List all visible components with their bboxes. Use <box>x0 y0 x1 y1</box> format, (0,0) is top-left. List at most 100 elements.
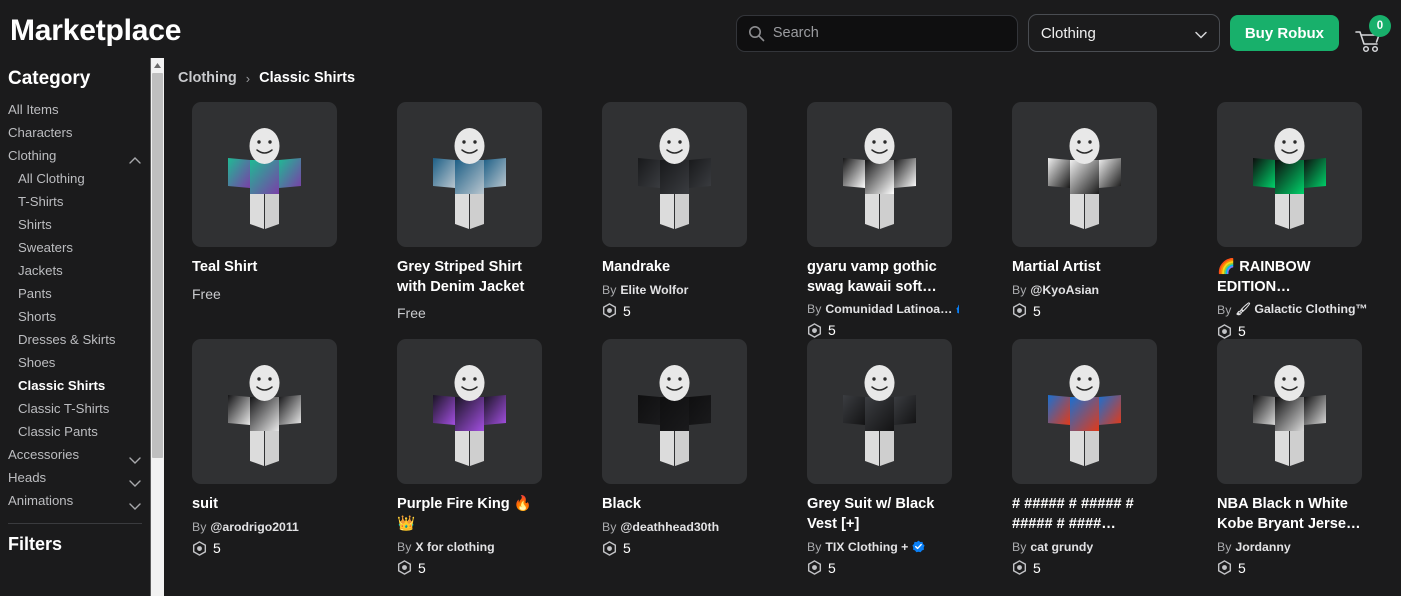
sidebar-item-shorts[interactable]: Shorts <box>0 305 150 328</box>
sidebar-item-animations[interactable]: Animations <box>0 489 150 512</box>
scroll-up-arrow-icon[interactable] <box>151 58 164 72</box>
sidebar-item-heads[interactable]: Heads <box>0 466 150 489</box>
sidebar-item-classic-pants[interactable]: Classic Pants <box>0 420 150 443</box>
sidebar-item-label: Classic Shirts <box>18 378 106 393</box>
avatar-render <box>843 128 916 229</box>
item-thumbnail[interactable] <box>807 102 952 247</box>
sidebar-item-label: All Clothing <box>18 171 85 186</box>
item-thumbnail[interactable] <box>1012 102 1157 247</box>
sidebar-item-shoes[interactable]: Shoes <box>0 351 150 374</box>
category-dropdown[interactable]: Clothing <box>1027 14 1220 52</box>
item-title: NBA Black n White Kobe Bryant Jerse… <box>1217 496 1361 533</box>
item-thumbnail[interactable] <box>1012 339 1157 485</box>
sidebar-item-clothing[interactable]: Clothing <box>0 144 150 167</box>
breadcrumb-parent[interactable]: Clothing <box>178 70 237 86</box>
item-card[interactable]: suit By @arodrigo2011 5 <box>192 339 397 575</box>
main-content: Clothing › Classic Shirts Teal Shirt Free <box>164 58 1401 596</box>
sidebar-item-all-clothing[interactable]: All Clothing <box>0 167 150 190</box>
item-title: gyaru vamp gothic swag kawaii soft… <box>807 259 937 295</box>
item-price: 5 <box>602 303 807 319</box>
sidebar-item-classic-t-shirts[interactable]: Classic T-Shirts <box>0 397 150 420</box>
item-card[interactable]: Teal Shirt Free <box>192 102 397 339</box>
item-card[interactable]: 🌈 RAINBOW EDITION… By 🖌 Galactic Clothing™… <box>1217 102 1401 339</box>
breadcrumb: Clothing › Classic Shirts <box>164 58 1401 86</box>
item-creator-prefix: By <box>1217 539 1232 554</box>
item-card[interactable]: Black By @deathhead30th 5 <box>602 339 807 575</box>
item-price-value: 5 <box>623 540 631 557</box>
item-thumbnail[interactable] <box>807 339 952 485</box>
item-price-value: 5 <box>1033 302 1041 319</box>
item-thumbnail[interactable] <box>397 339 542 485</box>
sidebar-scrollbar[interactable] <box>150 58 164 596</box>
item-card[interactable]: Purple Fire King 🔥👑 By X for clothing 5 <box>397 339 602 576</box>
item-creator: By TIX Clothing + <box>807 540 959 554</box>
item-price: 5 <box>1217 323 1401 339</box>
item-creator: By @arodrigo2011 <box>192 520 344 534</box>
breadcrumb-separator: › <box>245 70 251 86</box>
sidebar-item-label: Sweaters <box>18 240 73 255</box>
sidebar-item-all-items[interactable]: All Items <box>0 98 150 121</box>
item-price-value: 5 <box>1033 559 1041 576</box>
sidebar-item-label: Pants <box>18 286 52 301</box>
item-thumbnail[interactable] <box>397 102 542 247</box>
item-creator-prefix: By <box>807 539 822 554</box>
robux-icon <box>807 560 822 576</box>
buy-robux-button[interactable]: Buy Robux <box>1229 15 1339 51</box>
page-header: Marketplace Clothing <box>0 0 1401 63</box>
item-title: Purple Fire King 🔥👑 <box>397 496 532 533</box>
search-box[interactable] <box>735 14 1018 52</box>
item-card[interactable]: Mandrake By Elite Wolfor 5 <box>602 102 807 339</box>
item-thumbnail[interactable] <box>192 339 337 485</box>
item-price-value: 5 <box>418 559 426 576</box>
avatar-render <box>433 128 506 229</box>
sidebar-item-shirts[interactable]: Shirts <box>0 213 150 236</box>
search-input[interactable] <box>772 25 1005 41</box>
filters-title: Filters <box>8 534 63 554</box>
sidebar-item-label: Shirts <box>18 217 52 232</box>
sidebar-item-characters[interactable]: Characters <box>0 121 150 144</box>
item-thumbnail[interactable] <box>602 339 747 485</box>
robux-icon <box>192 540 207 556</box>
item-creator-prefix: By <box>1217 302 1232 317</box>
sidebar-item-label: Heads <box>8 470 47 485</box>
sidebar-item-pants[interactable]: Pants <box>0 282 150 305</box>
item-card[interactable]: # ##### # ##### # ##### # ####… By cat gru… <box>1012 339 1217 576</box>
avatar-render <box>228 128 301 229</box>
robux-icon <box>1217 324 1232 339</box>
sidebar-item-dresses-skirts[interactable]: Dresses & Skirts <box>0 328 150 351</box>
item-card[interactable]: Grey Suit w/ Black Vest [+] By TIX Clothin… <box>807 339 1012 576</box>
item-title: Martial Artist <box>1012 259 1101 275</box>
cart-badge: 0 <box>1369 15 1391 37</box>
item-thumbnail[interactable] <box>192 102 337 247</box>
cart-button[interactable]: 0 <box>1349 13 1393 53</box>
item-card[interactable]: gyaru vamp gothic swag kawaii soft… By Com… <box>807 102 1012 339</box>
item-creator: By @KyoAsian <box>1012 283 1164 297</box>
sidebar-item-accessories[interactable]: Accessories <box>0 443 150 466</box>
avatar-render <box>843 365 916 467</box>
sidebar-item-t-shirts[interactable]: T-Shirts <box>0 190 150 213</box>
sidebar-item-label: Dresses & Skirts <box>18 332 116 347</box>
item-price-value: 5 <box>213 540 221 557</box>
sidebar-item-label: Classic Pants <box>18 424 98 439</box>
item-title: # ##### # ##### # ##### # ####… <box>1012 496 1134 533</box>
item-thumbnail[interactable] <box>1217 102 1362 247</box>
robux-icon <box>602 540 617 556</box>
sidebar-item-jackets[interactable]: Jackets <box>0 259 150 282</box>
sidebar-item-label: Animations <box>8 493 74 508</box>
item-card[interactable]: Grey Striped Shirt with Denim Jacket Free <box>397 102 602 339</box>
item-thumbnail[interactable] <box>602 102 747 247</box>
sidebar-item-sweaters[interactable]: Sweaters <box>0 236 150 259</box>
scrollbar-thumb[interactable] <box>152 73 163 458</box>
sidebar-item-classic-shirts[interactable]: Classic Shirts <box>0 374 150 397</box>
item-creator: By Jordanny <box>1217 540 1369 554</box>
item-creator-name: @deathhead30th <box>620 520 720 535</box>
item-price-free: Free <box>397 305 426 322</box>
item-thumbnail[interactable] <box>1217 339 1362 485</box>
item-price: 5 <box>1012 560 1217 576</box>
item-price-value: 5 <box>1238 323 1246 340</box>
chevron-down-icon[interactable] <box>128 496 142 519</box>
item-card[interactable]: NBA Black n White Kobe Bryant Jerse… By Jo… <box>1217 339 1401 576</box>
item-card[interactable]: Martial Artist By @KyoAsian 5 <box>1012 102 1217 339</box>
item-price: 5 <box>602 540 807 556</box>
avatar-render <box>638 128 711 229</box>
